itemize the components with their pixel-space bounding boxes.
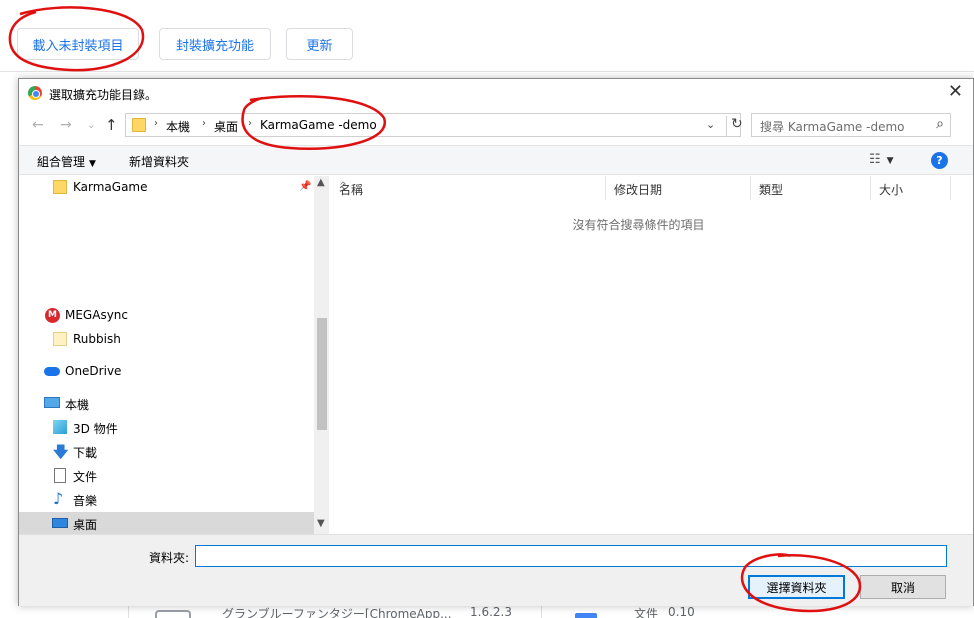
folder-label: 資料夾:: [149, 551, 190, 565]
nav-item-documents[interactable]: 文件: [19, 464, 314, 486]
search-placeholder: 搜尋 KarmaGame -demo: [760, 120, 905, 134]
dialog-titlebar: 選取擴充功能目錄。 ✕: [19, 79, 973, 107]
nav-item-label: KarmaGame: [73, 180, 148, 194]
document-extension-icon: [575, 613, 597, 618]
chevron-right-icon[interactable]: ›: [248, 118, 252, 129]
pin-icon: 📌: [299, 181, 312, 192]
empty-list-message: 沒有符合搜尋條件的項目: [572, 218, 705, 232]
nav-item-label: 音樂: [73, 494, 98, 508]
nav-item-rubbish[interactable]: Rubbish: [19, 328, 314, 350]
nav-item-label: 桌面: [73, 518, 98, 532]
breadcrumb-karmagame-demo[interactable]: KarmaGame -demo: [260, 118, 377, 132]
caret-down-icon: ▼: [89, 159, 96, 169]
folder-icon: [53, 180, 67, 194]
search-input[interactable]: 搜尋 KarmaGame -demo ⌕: [751, 113, 951, 137]
dialog-toolbar: 組合管理 ▼ 新增資料夾 ☷ ▼ ?: [19, 145, 973, 175]
chrome-icon: [28, 86, 42, 100]
column-header-type[interactable]: 類型: [751, 176, 871, 200]
chevron-right-icon[interactable]: ›: [154, 118, 158, 129]
column-header-name[interactable]: 名稱 ^: [331, 176, 606, 200]
breadcrumb-desktop[interactable]: 桌面: [214, 118, 238, 135]
desktop-icon: [52, 518, 68, 528]
nav-item-label: 下載: [73, 446, 98, 460]
nav-item-desktop[interactable]: 桌面: [19, 512, 314, 534]
scroll-up-icon[interactable]: ▲: [317, 177, 325, 188]
onedrive-icon: [44, 367, 60, 376]
address-bar[interactable]: › 本機 › 桌面 › KarmaGame -demo ⌄ ↻: [125, 113, 743, 137]
column-header-label: 修改日期: [614, 183, 663, 197]
extension-name: グランブルーファンタジー[ChromeApp...: [222, 607, 452, 618]
nav-item-label: Rubbish: [73, 332, 121, 346]
address-dropdown-icon[interactable]: ⌄: [706, 118, 715, 131]
select-folder-button[interactable]: 選擇資料夾: [748, 575, 845, 599]
document-icon: [54, 468, 66, 483]
organize-menu[interactable]: 組合管理 ▼: [37, 153, 96, 170]
column-header-size[interactable]: 大小: [871, 176, 951, 200]
extension-thumbnail-icon: [155, 610, 191, 618]
scroll-down-icon[interactable]: ▼: [317, 518, 325, 529]
extension-list-peek: グランブルーファンタジー[ChromeApp... 1.6.2.3 文件 0.1…: [0, 606, 974, 618]
nav-item-label: 本機: [65, 398, 90, 412]
column-header-date-modified[interactable]: 修改日期: [606, 176, 751, 200]
refresh-icon[interactable]: ↻: [726, 116, 743, 136]
nav-item-this-pc[interactable]: 本機: [19, 392, 314, 414]
dialog-footer: 資料夾: 選擇資料夾 取消: [19, 534, 973, 606]
folder-name-input[interactable]: [195, 545, 947, 567]
back-arrow-icon[interactable]: ←: [32, 117, 44, 133]
view-options[interactable]: ☷ ▼: [869, 152, 894, 167]
sort-ascending-icon: ^: [339, 181, 348, 192]
load-unpacked-button[interactable]: 載入未封裝項目: [17, 28, 139, 60]
breadcrumb-this-pc[interactable]: 本機: [166, 118, 190, 135]
nav-item-onedrive[interactable]: OneDrive: [19, 360, 314, 382]
mega-icon: M: [45, 308, 60, 323]
caret-down-icon: ▼: [886, 156, 894, 166]
address-row: ← → ⌄ ↑ › 本機 › 桌面 › KarmaGame -demo ⌄ ↻ …: [19, 111, 973, 141]
file-list: 名稱 ^ 修改日期 類型 大小 沒有符合搜尋條件的項目: [331, 176, 951, 534]
nav-item-label: MEGAsync: [65, 308, 128, 322]
organize-label: 組合管理: [37, 155, 86, 169]
3d-objects-icon: [53, 420, 67, 434]
extension2-name: 文件: [634, 607, 659, 618]
cancel-button[interactable]: 取消: [860, 575, 946, 599]
nav-item-karmagame[interactable]: KarmaGame 📌: [19, 176, 314, 198]
extension-version: 1.6.2.3: [470, 606, 512, 618]
extensions-toolbar: 載入未封裝項目 封裝擴充功能 更新: [0, 0, 974, 72]
pack-extension-button[interactable]: 封裝擴充功能: [159, 28, 271, 60]
nav-item-music[interactable]: ♪ 音樂: [19, 488, 314, 510]
column-header-label: 類型: [759, 183, 784, 197]
new-folder-button[interactable]: 新增資料夾: [129, 153, 189, 170]
recent-locations-chevron-icon[interactable]: ⌄: [87, 120, 95, 131]
close-icon[interactable]: ✕: [948, 83, 963, 101]
scrollbar-thumb[interactable]: [317, 318, 327, 430]
details-view-icon: ☷: [869, 152, 881, 167]
update-button[interactable]: 更新: [286, 28, 353, 60]
music-icon: ♪: [53, 489, 64, 508]
extension-card-divider: [541, 606, 542, 618]
search-icon[interactable]: ⌕: [936, 116, 944, 132]
chevron-right-icon[interactable]: ›: [202, 118, 206, 129]
extension2-version: 0.10: [668, 606, 695, 618]
column-header-label: 大小: [879, 183, 904, 197]
folder-icon: [53, 332, 67, 346]
nav-item-label: 3D 物件: [73, 422, 118, 436]
select-folder-dialog: 選取擴充功能目錄。 ✕ ← → ⌄ ↑ › 本機 › 桌面 › KarmaGam…: [18, 78, 974, 606]
folder-icon: [132, 118, 146, 132]
nav-item-3d-objects[interactable]: 3D 物件: [19, 416, 314, 438]
dialog-title: 選取擴充功能目錄。: [49, 88, 158, 102]
navigation-pane: KarmaGame 📌 M MEGAsync Rubbish OneDrive …: [19, 176, 329, 534]
nav-item-label: OneDrive: [65, 364, 122, 378]
up-arrow-icon[interactable]: ↑: [105, 116, 118, 134]
computer-icon: [44, 397, 60, 408]
nav-item-megasync[interactable]: M MEGAsync: [19, 304, 314, 326]
nav-scrollbar[interactable]: ▲ ▼: [314, 176, 329, 534]
help-icon[interactable]: ?: [931, 152, 948, 169]
forward-arrow-icon[interactable]: →: [60, 117, 72, 133]
nav-item-label: 文件: [73, 470, 98, 484]
nav-item-downloads[interactable]: 🡇 下載: [19, 440, 314, 462]
